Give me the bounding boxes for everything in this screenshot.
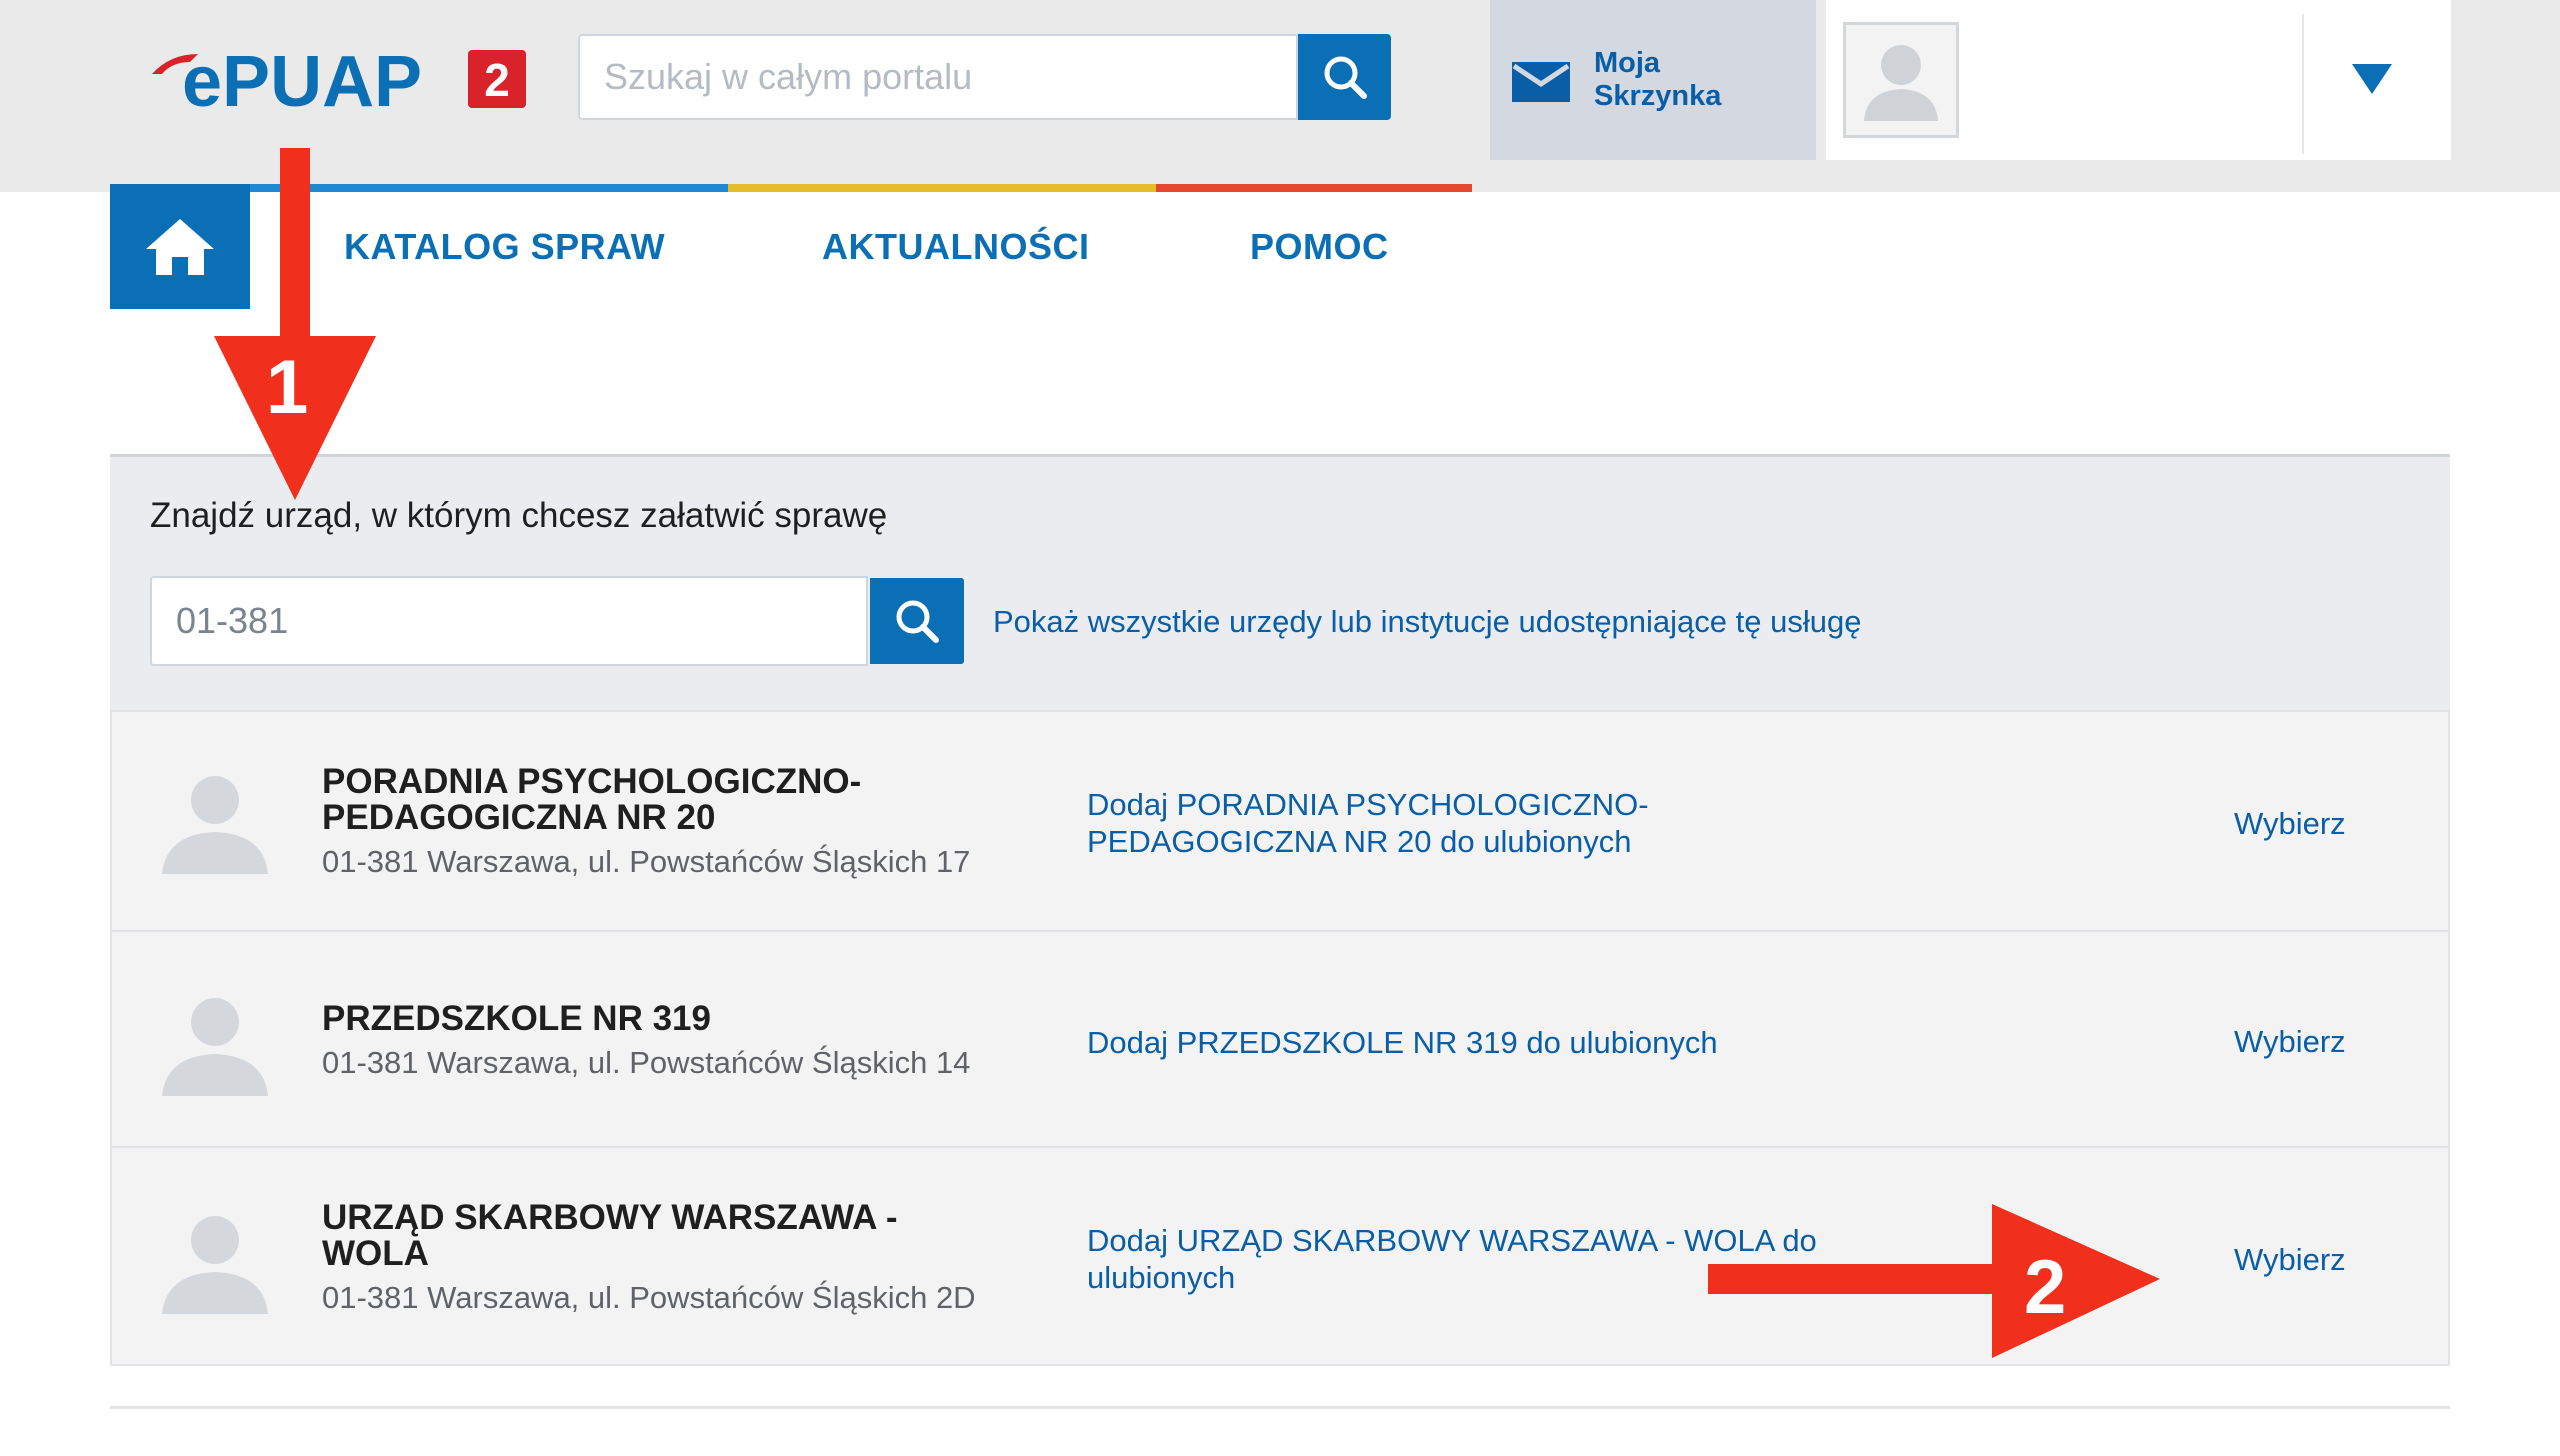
search-icon bbox=[1324, 56, 1367, 99]
office-name: PORADNIA PSYCHOLOGICZNO-PEDAGOGICZNA NR … bbox=[322, 762, 862, 837]
postal-code-field[interactable] bbox=[150, 576, 868, 666]
user-menu-divider bbox=[2302, 14, 2304, 154]
epuap-logo[interactable]: ePUAP 2 bbox=[150, 40, 530, 122]
epuap-logo-graphic: ePUAP 2 bbox=[152, 42, 526, 122]
select-office-button[interactable]: Wybierz bbox=[2234, 1024, 2346, 1060]
office-address: 01-381 Warszawa, ul. Powstańców Śląskich… bbox=[322, 844, 971, 879]
office-avatar-icon bbox=[150, 758, 280, 888]
add-to-favorites-link[interactable]: Dodaj PRZEDSZKOLE NR 319 do ulubionych bbox=[1087, 1024, 1887, 1061]
nav-accent-yellow bbox=[728, 184, 1156, 192]
office-address: 01-381 Warszawa, ul. Powstańców Śląskich… bbox=[322, 1045, 971, 1080]
user-avatar[interactable] bbox=[1843, 22, 1959, 138]
office-avatar-icon bbox=[150, 1198, 280, 1328]
show-all-offices-link[interactable]: Pokaż wszystkie urzędy lub instytucje ud… bbox=[993, 604, 1861, 640]
site-search-field[interactable] bbox=[578, 34, 1298, 120]
logo-badge: 2 bbox=[484, 54, 510, 106]
mail-icon bbox=[1512, 62, 1570, 102]
nav-katalog-spraw[interactable]: KATALOG SPRAW bbox=[344, 226, 665, 268]
annotation-number-1: 1 bbox=[266, 345, 309, 430]
site-search-input[interactable] bbox=[580, 36, 1296, 118]
row-divider bbox=[112, 1146, 2448, 1148]
search-icon bbox=[896, 600, 939, 643]
nav-accent-red bbox=[1156, 184, 1472, 192]
office-address: 01-381 Warszawa, ul. Powstańców Śląskich… bbox=[322, 1280, 976, 1315]
select-office-button[interactable]: Wybierz bbox=[2234, 1242, 2346, 1278]
add-to-favorites-link[interactable]: Dodaj PORADNIA PSYCHOLOGICZNO-PEDAGOGICZ… bbox=[1087, 786, 1887, 860]
office-avatar-icon bbox=[150, 980, 280, 1110]
mailbox-label: Moja Skrzynka bbox=[1594, 47, 1721, 113]
postal-code-input[interactable] bbox=[152, 578, 866, 664]
postal-code-search-button[interactable] bbox=[870, 578, 964, 664]
bottom-divider bbox=[110, 1406, 2450, 1409]
nav-pomoc[interactable]: POMOC bbox=[1250, 226, 1389, 268]
row-divider bbox=[112, 930, 2448, 932]
select-office-button[interactable]: Wybierz bbox=[2234, 806, 2346, 842]
annotation-arrow-1 bbox=[214, 148, 376, 500]
mailbox-label-line1: Moja bbox=[1594, 47, 1661, 79]
annotation-arrow-2 bbox=[1708, 1204, 2160, 1358]
office-name: PRZEDSZKOLE NR 319 bbox=[322, 999, 711, 1038]
annotation-number-2: 2 bbox=[2024, 1245, 2067, 1330]
logo-text: ePUAP bbox=[182, 42, 422, 120]
nav-aktualnosci[interactable]: AKTUALNOŚCI bbox=[822, 226, 1089, 268]
user-avatar-icon bbox=[1864, 45, 1938, 121]
mailbox-label-line2: Skrzynka bbox=[1594, 80, 1722, 112]
site-search-button[interactable] bbox=[1298, 34, 1391, 120]
office-name: URZĄD SKARBOWY WARSZAWA - WOLA bbox=[322, 1198, 898, 1273]
caret-down-icon[interactable] bbox=[2352, 64, 2392, 94]
